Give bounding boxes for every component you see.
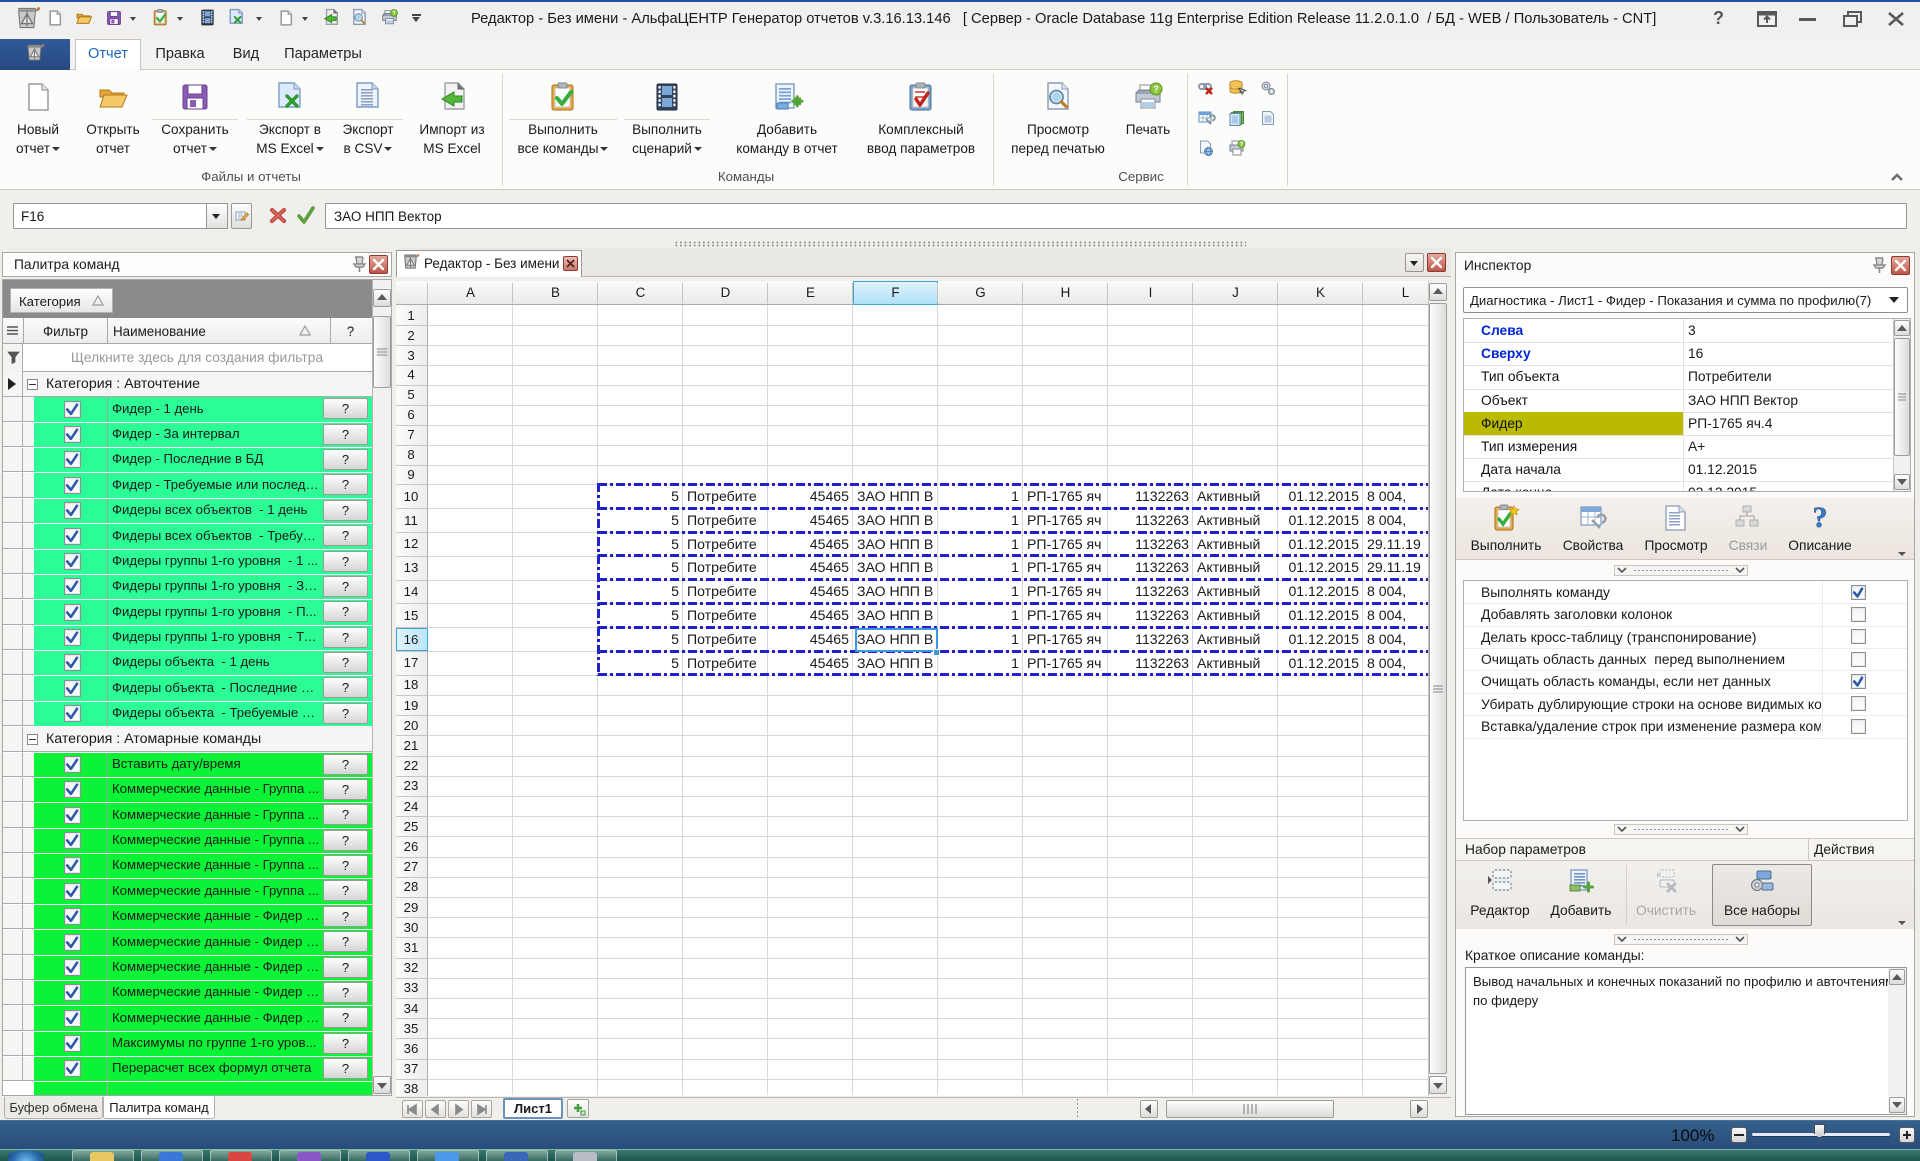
svg-text:?: ? <box>392 11 395 17</box>
svg-text:?: ? <box>1240 142 1244 148</box>
svg-text:?: ? <box>1813 501 1828 534</box>
svg-text:?: ? <box>1153 84 1159 94</box>
